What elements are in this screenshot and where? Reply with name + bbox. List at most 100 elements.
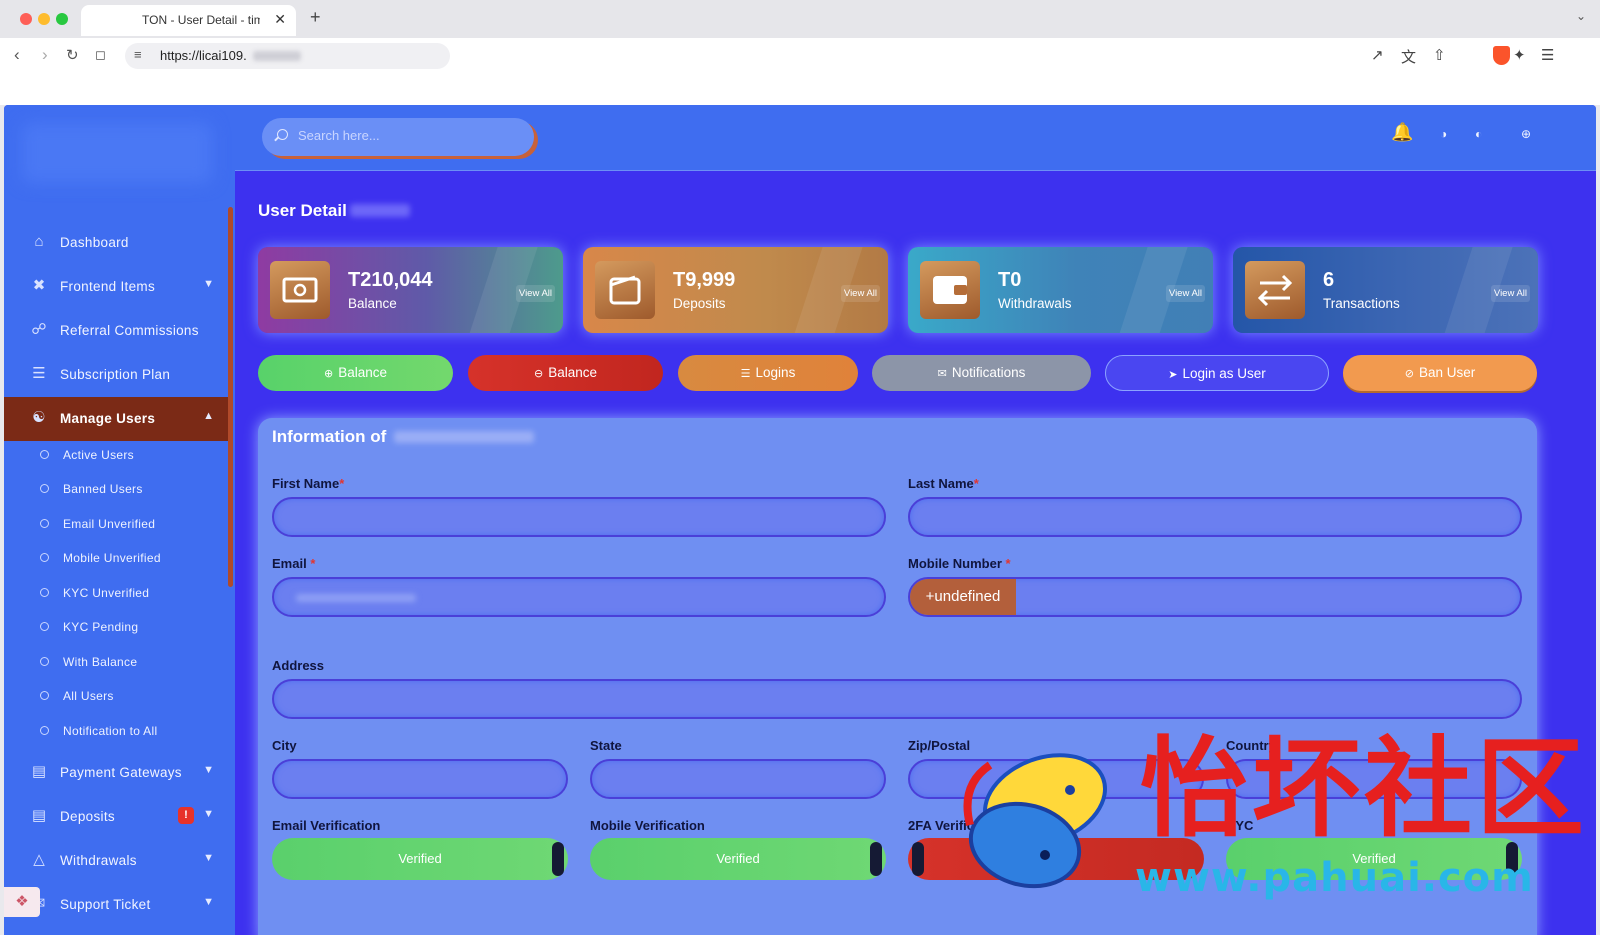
theme-icon[interactable]: ◐	[1475, 127, 1482, 141]
logins-button[interactable]: ☰ Logins	[678, 355, 858, 391]
email-field[interactable]	[272, 577, 886, 617]
sidebar-sub-label: KYC Unverified	[63, 586, 150, 600]
users-icon: ☯	[32, 409, 46, 426]
circle-icon	[40, 553, 49, 562]
state-field[interactable]	[590, 759, 886, 799]
sidebar-sub-label: All Users	[63, 689, 114, 703]
maximize-window-button[interactable]	[56, 13, 68, 25]
tab-title: TON - User Detail - timi	[142, 13, 260, 27]
file-icon: ▤	[31, 807, 47, 824]
sidebar-item-subscription-plan[interactable]: ☰ Subscription Plan	[4, 353, 228, 397]
laravel-debug-icon[interactable]: ❖	[4, 887, 40, 917]
sidebar-sub-kyc-pending[interactable]: KYC Pending	[4, 610, 228, 644]
city-field[interactable]	[272, 759, 568, 799]
sidebar-sub-mobile-unverified[interactable]: Mobile Unverified	[4, 541, 228, 575]
sidebar-sub-active-users[interactable]: Active Users	[4, 438, 228, 472]
sidebar-item-manage-users[interactable]: ☯ Manage Users ▲	[4, 397, 228, 441]
profile-dropdown-icon[interactable]: ⊕	[1521, 127, 1531, 141]
mobile-country-code: +undefined	[910, 579, 1016, 615]
view-all-link[interactable]: View All	[1165, 285, 1205, 302]
share-icon[interactable]: ⇧	[1433, 46, 1446, 64]
state-input[interactable]	[606, 771, 869, 786]
circle-icon	[40, 519, 49, 528]
sidebar-item-dashboard[interactable]: ⌂ Dashboard	[4, 221, 228, 265]
email-verification-toggle[interactable]: Verified	[272, 838, 568, 880]
view-all-link[interactable]: View All	[515, 285, 555, 302]
page-top-gap	[0, 74, 1600, 105]
first-name-label: First Name*	[272, 476, 345, 491]
last-name-input[interactable]	[924, 509, 1473, 524]
brave-shield-icon[interactable]	[1493, 46, 1510, 65]
search-box[interactable]	[262, 118, 534, 156]
chevron-down-icon: ▼	[203, 852, 214, 864]
sidebar-sub-notification-to-all[interactable]: Notification to All	[4, 714, 228, 748]
username-redacted	[350, 204, 410, 217]
menu-icon[interactable]: ☰	[1541, 46, 1554, 64]
wallet-icon	[920, 261, 980, 319]
tab-close-icon[interactable]: ✕	[274, 11, 286, 28]
url-redacted	[253, 51, 301, 61]
sidebar-sub-all-users[interactable]: All Users	[4, 679, 228, 713]
sidebar-item-label: Withdrawals	[60, 853, 137, 868]
sidebar-scrollbar[interactable]	[228, 207, 233, 587]
leo-ai-icon[interactable]: ✦	[1513, 46, 1526, 64]
sidebar-item-deposits[interactable]: ▤ Deposits ! ▼	[4, 795, 228, 839]
circle-icon	[40, 622, 49, 631]
sidebar-sub-with-balance[interactable]: With Balance	[4, 645, 228, 679]
alert-badge: !	[178, 807, 194, 824]
watermark-fish-logo	[963, 753, 1108, 889]
new-tab-button[interactable]: +	[310, 7, 321, 28]
sidebar-item-referral-commissions[interactable]: ☍ Referral Commissions	[4, 309, 228, 353]
money-icon	[270, 261, 330, 319]
wallet-icon	[595, 261, 655, 319]
plus-circle-icon: ⊕	[323, 368, 334, 380]
sidebar-item-label: Frontend Items	[60, 279, 155, 294]
update-icon[interactable]: ◑	[1440, 127, 1447, 141]
chevron-down-icon: ▼	[203, 764, 214, 776]
forward-icon[interactable]: ›	[42, 45, 48, 65]
sidebar-item-label: Payment Gateways	[60, 765, 182, 780]
notifications-button[interactable]: ✉ Notifications	[872, 355, 1091, 391]
site-settings-icon[interactable]: ≡	[134, 47, 142, 62]
first-name-input[interactable]	[288, 509, 837, 524]
open-external-icon[interactable]: ↗	[1371, 46, 1384, 64]
login-as-user-button[interactable]: ➤ Login as User	[1105, 355, 1329, 391]
first-name-field[interactable]	[272, 497, 886, 537]
home-icon: ⌂	[34, 233, 44, 250]
ban-user-button[interactable]: ⊘ Ban User	[1343, 355, 1537, 391]
login-icon: ➤	[1168, 369, 1178, 381]
view-all-link[interactable]: View All	[840, 285, 880, 302]
address-field[interactable]	[272, 679, 1522, 719]
logo-redacted	[22, 123, 212, 183]
stat-label: Balance	[348, 296, 397, 311]
minimize-window-button[interactable]	[38, 13, 50, 25]
tab-list-chevron-icon[interactable]: ⌄	[1576, 9, 1586, 23]
mobile-number-field[interactable]: +undefined	[908, 577, 1522, 617]
chevron-down-icon: ▼	[203, 278, 214, 290]
username-redacted	[394, 431, 534, 443]
sidebar-item-payment-gateways[interactable]: ▤ Payment Gateways ▼	[4, 751, 228, 795]
toggle-knob	[912, 842, 924, 876]
bell-icon[interactable]: 🔔	[1391, 122, 1413, 143]
view-all-link[interactable]: View All	[1490, 285, 1530, 302]
bookmark-icon[interactable]: ◻	[95, 47, 106, 63]
sidebar-sub-email-unverified[interactable]: Email Unverified	[4, 507, 228, 541]
translate-icon[interactable]: 文	[1401, 46, 1416, 67]
sidebar-item-withdrawals[interactable]: △ Withdrawals ▼	[4, 839, 228, 883]
browser-tab[interactable]: TON - User Detail - timi ✕	[81, 5, 296, 36]
sidebar-item-frontend-items[interactable]: ✖ Frontend Items ▼	[4, 265, 228, 309]
address-input[interactable]	[288, 691, 1410, 706]
add-balance-button[interactable]: ⊕ Balance	[258, 355, 453, 391]
search-input[interactable]	[298, 128, 518, 143]
sidebar-sub-kyc-unverified[interactable]: KYC Unverified	[4, 576, 228, 610]
button-label: Notifications	[951, 365, 1026, 380]
back-icon[interactable]: ‹	[14, 45, 20, 65]
address-bar[interactable]: ≡ https://licai109.	[125, 43, 450, 69]
sidebar-sub-banned-users[interactable]: Banned Users	[4, 472, 228, 506]
close-window-button[interactable]	[20, 13, 32, 25]
mobile-verification-toggle[interactable]: Verified	[590, 838, 886, 880]
last-name-field[interactable]	[908, 497, 1522, 537]
city-input[interactable]	[288, 771, 551, 786]
reload-icon[interactable]: ↻	[66, 46, 79, 64]
subtract-balance-button[interactable]: ⊖ Balance	[468, 355, 663, 391]
